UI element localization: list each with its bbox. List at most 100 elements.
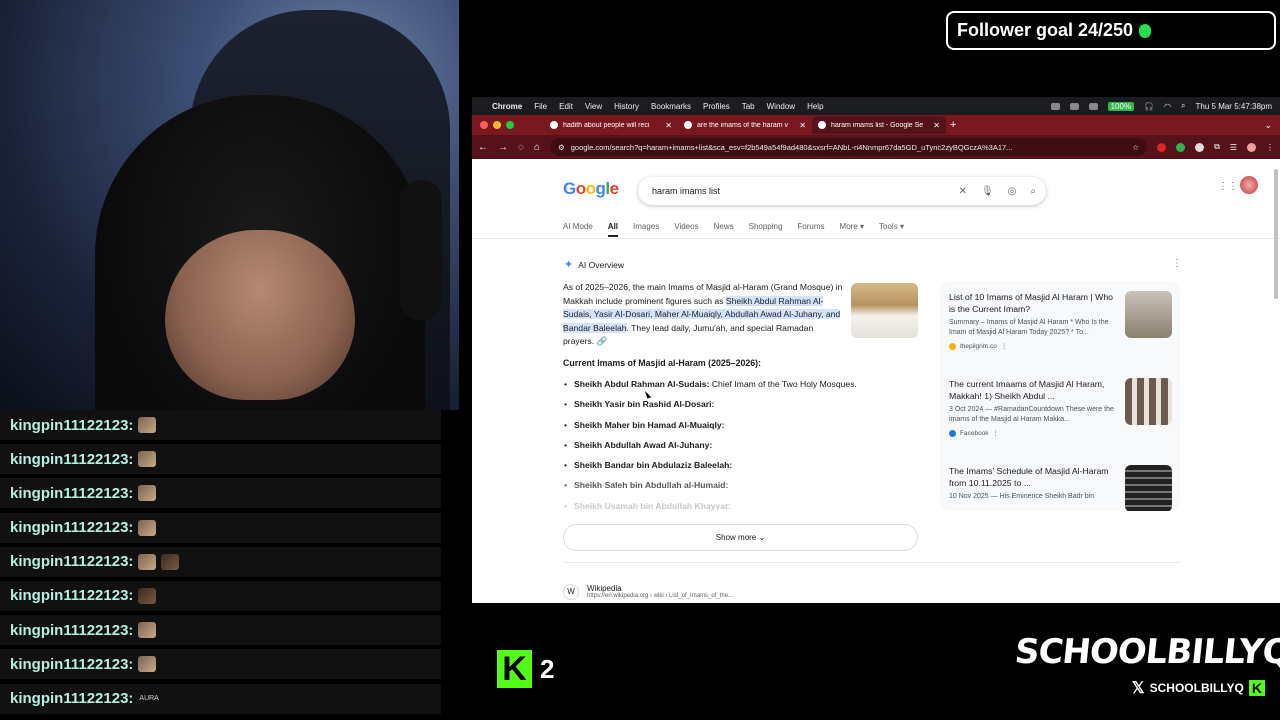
tab-title: hadith about people will reci bbox=[563, 121, 650, 129]
page-scrollbar[interactable] bbox=[1274, 169, 1278, 299]
google-favicon-icon bbox=[684, 121, 692, 129]
menu-history[interactable]: History bbox=[614, 102, 639, 111]
tab-tools[interactable]: Tools ▾ bbox=[879, 222, 904, 237]
wikipedia-result[interactable]: W Wikipedia https://en.wikipedia.org › w… bbox=[563, 584, 733, 600]
bookmark-star-icon[interactable]: ☆ bbox=[1132, 143, 1139, 152]
search-input[interactable]: haram imams list bbox=[652, 186, 945, 196]
status-icon[interactable] bbox=[1069, 102, 1079, 110]
forward-icon[interactable]: → bbox=[498, 142, 508, 153]
browser-tab-active[interactable]: haram imams list - Google Se ✕ bbox=[812, 116, 946, 134]
menubar-clock[interactable]: Thu 5 Mar 5:47:38pm bbox=[1196, 102, 1272, 111]
headphones-icon[interactable]: 🎧 bbox=[1144, 102, 1154, 111]
imam-name: Sheikh Yasir bin Rashid Al-Dosari: bbox=[574, 399, 715, 410]
account-avatar[interactable] bbox=[1240, 176, 1258, 194]
menu-file[interactable]: File bbox=[534, 102, 547, 111]
zoom-window-button[interactable] bbox=[506, 121, 514, 129]
ai-sources-panel: List of 10 Imams of Masjid Al Haram | Wh… bbox=[940, 281, 1180, 511]
status-icon[interactable] bbox=[1050, 102, 1060, 110]
source-snippet: 10 Nov 2025 — His Eminence Sheikh Badr b… bbox=[949, 493, 1095, 500]
address-url[interactable]: google.com/search?q=haram+imams+list&sca… bbox=[571, 143, 1013, 152]
lens-icon[interactable]: ◎ bbox=[1008, 186, 1017, 197]
close-window-button[interactable] bbox=[480, 121, 488, 129]
extension-icon[interactable] bbox=[1157, 142, 1167, 152]
source-thumbnail[interactable] bbox=[1125, 291, 1172, 338]
close-tab-icon[interactable]: ✕ bbox=[799, 121, 806, 130]
home-icon[interactable]: ⌂ bbox=[534, 142, 540, 153]
extension-icon[interactable] bbox=[1176, 142, 1186, 152]
tab-forums[interactable]: Forums bbox=[797, 222, 824, 237]
source-card[interactable]: The current Imaams of Masjid Al Haram, M… bbox=[949, 378, 1174, 437]
menubar-app-name[interactable]: Chrome bbox=[492, 102, 522, 111]
emote-icon bbox=[138, 451, 157, 468]
extensions-puzzle-icon[interactable]: ⧉ bbox=[1214, 142, 1220, 152]
close-tab-icon[interactable]: ✕ bbox=[665, 121, 672, 130]
new-tab-button[interactable]: + bbox=[950, 119, 956, 131]
result-divider bbox=[563, 562, 1180, 563]
site-info-icon[interactable]: ⚙ bbox=[558, 143, 565, 152]
show-more-button[interactable]: Show more ⌄ bbox=[563, 524, 918, 551]
link-icon[interactable]: 🔗 bbox=[596, 336, 607, 346]
wifi-icon[interactable]: ◠ bbox=[1164, 102, 1171, 111]
chat-message: kingpin11122123: AURA bbox=[0, 683, 441, 714]
back-icon[interactable]: ← bbox=[478, 142, 488, 153]
source-card[interactable]: The Imams' Schedule of Masjid Al-Haram f… bbox=[949, 465, 1174, 511]
battery-indicator[interactable]: 100% bbox=[1107, 101, 1135, 111]
imams-photo[interactable] bbox=[851, 283, 918, 338]
x-logo-icon: 𝕏 bbox=[1131, 680, 1145, 697]
chrome-menu-icon[interactable]: ⋮ bbox=[1266, 143, 1274, 152]
menu-bookmarks[interactable]: Bookmarks bbox=[651, 102, 691, 111]
status-icon[interactable] bbox=[1088, 102, 1098, 110]
profile-avatar[interactable] bbox=[1247, 142, 1256, 152]
tab-all[interactable]: All bbox=[607, 222, 619, 237]
google-search-page: Google haram imams list ✕ 🎙 ◎ ⌕ ⋮⋮⋮ AI M… bbox=[472, 159, 1280, 603]
streamer-brand: SCHOOLBILLYQ 𝕏 SCHOOLBILLYQ K bbox=[1013, 632, 1280, 698]
extension-icon[interactable] bbox=[1195, 142, 1205, 152]
browser-tab[interactable]: are the imams of the haram v ✕ bbox=[678, 116, 812, 134]
menu-view[interactable]: View bbox=[585, 102, 602, 111]
emote-icon bbox=[138, 656, 157, 673]
ai-overview-label: AI Overview bbox=[578, 259, 625, 270]
google-logo[interactable]: Google bbox=[563, 179, 619, 199]
webcam-feed bbox=[0, 0, 459, 410]
menu-profiles[interactable]: Profiles bbox=[703, 102, 730, 111]
reading-list-icon[interactable]: ☰ bbox=[1230, 143, 1237, 152]
clear-search-icon[interactable]: ✕ bbox=[959, 186, 967, 197]
tab-ai-mode[interactable]: AI Mode bbox=[563, 222, 593, 237]
source-card[interactable]: List of 10 Imams of Masjid Al Haram | Wh… bbox=[949, 291, 1174, 350]
search-icon[interactable]: ⌕ bbox=[1030, 186, 1036, 197]
stop-loading-icon[interactable]: ◌ bbox=[518, 142, 524, 153]
emote-icon bbox=[138, 519, 157, 536]
source-title[interactable]: The Imams' Schedule of Masjid Al-Haram f… bbox=[949, 465, 1119, 489]
menu-help[interactable]: Help bbox=[807, 102, 823, 111]
tab-shopping[interactable]: Shopping bbox=[749, 222, 783, 237]
menu-tab[interactable]: Tab bbox=[742, 102, 755, 111]
more-options-icon[interactable]: ⋮ bbox=[1172, 258, 1182, 269]
wikipedia-url[interactable]: https://en.wikipedia.org › wiki › List_o… bbox=[587, 593, 733, 599]
tab-news[interactable]: News bbox=[714, 222, 734, 237]
close-tab-icon[interactable]: ✕ bbox=[933, 121, 940, 130]
tab-search-icon[interactable]: ⌄ bbox=[1264, 120, 1272, 131]
chat-message: kingpin11122123: bbox=[0, 444, 441, 475]
browser-tab[interactable]: hadith about people will reci ✕ bbox=[544, 116, 678, 134]
tab-images[interactable]: Images bbox=[633, 222, 659, 237]
voice-search-icon[interactable]: 🎙 bbox=[981, 186, 994, 197]
search-icon[interactable]: ⌕ bbox=[1181, 101, 1185, 111]
source-thumbnail[interactable] bbox=[1125, 378, 1172, 425]
search-box[interactable]: haram imams list ✕ 🎙 ◎ ⌕ bbox=[638, 177, 1046, 205]
tab-more[interactable]: More ▾ bbox=[840, 222, 864, 237]
imam-name: Sheikh Usamah bin Abdullah Khayyat: bbox=[574, 500, 731, 511]
google-favicon-icon bbox=[818, 121, 826, 129]
address-bar[interactable]: ⚙ google.com/search?q=haram+imams+list&s… bbox=[550, 138, 1148, 156]
emote-icon bbox=[138, 485, 157, 502]
menu-window[interactable]: Window bbox=[767, 102, 795, 111]
menu-edit[interactable]: Edit bbox=[559, 102, 573, 111]
source-title[interactable]: List of 10 Imams of Masjid Al Haram | Wh… bbox=[949, 291, 1119, 315]
source-title[interactable]: The current Imaams of Masjid Al Haram, M… bbox=[949, 378, 1119, 402]
imam-name: Sheikh Bandar bin Abdulaziz Baleelah: bbox=[574, 460, 733, 471]
wikipedia-name[interactable]: Wikipedia bbox=[587, 584, 733, 593]
minimize-window-button[interactable] bbox=[493, 121, 501, 129]
source-thumbnail[interactable] bbox=[1125, 465, 1172, 511]
ai-sparkle-icon: ✦ bbox=[564, 259, 574, 271]
streamer-face bbox=[165, 230, 355, 400]
tab-videos[interactable]: Videos bbox=[674, 222, 698, 237]
